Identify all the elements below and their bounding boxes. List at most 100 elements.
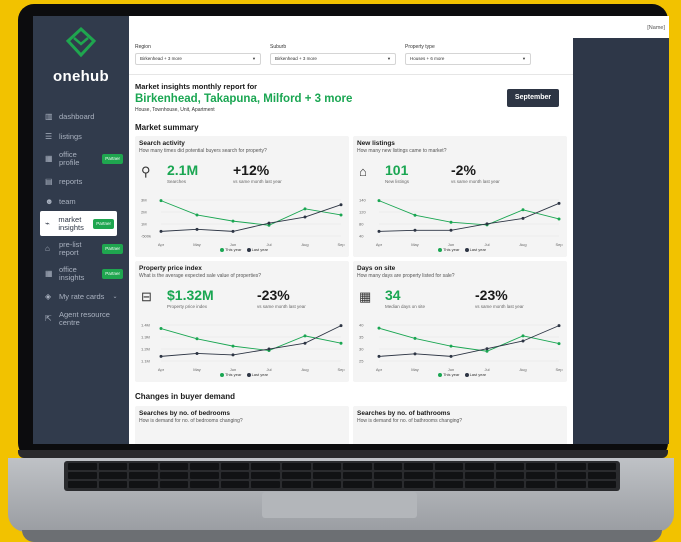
data-point-this-year[interactable] xyxy=(413,213,417,217)
legend-dot-last-year xyxy=(246,372,251,377)
data-point-this-year[interactable] xyxy=(413,336,417,340)
property-type-filter: Property type Houses + 6 more ▼ xyxy=(405,44,531,65)
data-point-this-year[interactable] xyxy=(449,220,453,224)
data-point-last-year[interactable] xyxy=(557,201,561,205)
sidebar-item-team[interactable]: ☻ team xyxy=(33,191,129,211)
sidebar-item-office-insights[interactable]: ▦ office insights Partner xyxy=(33,261,129,286)
card-title: Days on site xyxy=(357,265,396,272)
keyboard-key xyxy=(587,463,617,470)
data-point-last-year[interactable] xyxy=(449,228,453,232)
divider xyxy=(129,74,573,75)
data-point-this-year[interactable] xyxy=(449,344,453,348)
series-line-last-year xyxy=(378,325,560,357)
keyboard-key xyxy=(312,463,342,470)
legend-dot-this-year xyxy=(437,372,442,377)
keyboard-key xyxy=(343,472,372,479)
data-point-this-year[interactable] xyxy=(303,207,307,211)
data-point-this-year[interactable] xyxy=(195,337,199,341)
sidebar-item-dashboard[interactable]: ▥ dashboard xyxy=(33,106,129,126)
keyboard-key xyxy=(98,463,128,470)
data-point-last-year[interactable] xyxy=(485,347,489,351)
keyboard-key xyxy=(190,472,219,479)
legend-dot-this-year xyxy=(219,372,224,377)
sidebar-item-reports[interactable]: ▤ reports xyxy=(33,171,129,191)
data-point-last-year[interactable] xyxy=(159,354,163,358)
data-point-last-year[interactable] xyxy=(195,351,199,355)
data-point-last-year[interactable] xyxy=(195,227,199,231)
data-point-last-year[interactable] xyxy=(267,347,271,351)
data-point-this-year[interactable] xyxy=(159,199,163,203)
data-point-last-year[interactable] xyxy=(377,354,381,358)
data-point-last-year[interactable] xyxy=(303,215,307,219)
data-point-this-year[interactable] xyxy=(339,341,343,345)
data-point-last-year[interactable] xyxy=(521,339,525,343)
data-point-this-year[interactable] xyxy=(339,213,343,217)
property-type-select[interactable]: Houses + 6 more ▼ xyxy=(405,53,531,65)
suburb-filter: Suburb Birkenhead + 3 more ▼ xyxy=(270,44,396,65)
data-point-this-year[interactable] xyxy=(231,344,235,348)
data-point-this-year[interactable] xyxy=(377,199,381,203)
office-icon: ▦ xyxy=(45,268,53,278)
sidebar-item-label: listings xyxy=(59,131,82,141)
data-point-last-year[interactable] xyxy=(449,354,453,358)
data-point-this-year[interactable] xyxy=(303,334,307,338)
card-question: How is demand for no. of bathrooms chang… xyxy=(357,418,463,424)
bedrooms-card: Searches by no. of bedrooms How is deman… xyxy=(135,406,349,444)
keyboard-key xyxy=(220,481,250,488)
suburb-select[interactable]: Birkenhead + 3 more ▼ xyxy=(270,53,396,65)
data-point-last-year[interactable] xyxy=(485,222,489,226)
data-point-this-year[interactable] xyxy=(159,327,163,331)
data-point-this-year[interactable] xyxy=(231,219,235,223)
data-point-this-year[interactable] xyxy=(521,208,525,212)
y-tick-label: 1M xyxy=(141,222,147,227)
sidebar-item-listings[interactable]: ☰ listings xyxy=(33,126,129,146)
data-point-this-year[interactable] xyxy=(485,349,489,353)
house-icon: ⌂ xyxy=(359,164,367,179)
sidebar-item-label: My rate cards xyxy=(59,291,105,301)
main-content: Region Birkenhead + 3 more ▼ Suburb Birk… xyxy=(129,38,573,444)
chart-icon: ⌁ xyxy=(45,218,50,228)
region-select[interactable]: Birkenhead + 3 more ▼ xyxy=(135,53,261,65)
month-button[interactable]: September xyxy=(507,89,559,107)
data-point-this-year[interactable] xyxy=(521,334,525,338)
data-point-this-year[interactable] xyxy=(557,342,561,346)
data-point-last-year[interactable] xyxy=(231,353,235,357)
sidebar-item-label: market insights xyxy=(58,214,84,232)
keyboard-key xyxy=(281,481,311,488)
data-point-last-year[interactable] xyxy=(159,229,163,233)
keyboard-key xyxy=(251,463,280,470)
data-point-this-year[interactable] xyxy=(377,326,381,330)
keyboard-key xyxy=(557,463,586,470)
data-point-last-year[interactable] xyxy=(339,203,343,207)
keyboard-key xyxy=(68,472,97,479)
series-line-last-year xyxy=(160,204,342,232)
sidebar-item-agent-resource-centre[interactable]: ⇱ Agent resource centre xyxy=(33,306,129,331)
property-price-chart: 1.4M1.3M1.2M1.1MApr May Jun Jul Aug Sep xyxy=(141,323,345,373)
sidebar-item-market-insights[interactable]: ⌁ market insights Partner xyxy=(40,211,117,236)
legend-dot-this-year xyxy=(219,247,224,252)
data-point-last-year[interactable] xyxy=(377,229,381,233)
keyboard-key xyxy=(434,472,464,479)
keyboard-key xyxy=(373,472,403,479)
data-point-last-year[interactable] xyxy=(267,221,271,225)
data-point-last-year[interactable] xyxy=(303,341,307,345)
data-point-last-year[interactable] xyxy=(413,228,417,232)
metric-change-label: vs same month last year xyxy=(451,179,500,184)
data-point-this-year[interactable] xyxy=(557,217,561,221)
user-name[interactable]: [Name] xyxy=(647,25,665,31)
sidebar-item-office-profile[interactable]: ▦ office profile Partner xyxy=(33,146,129,171)
data-point-last-year[interactable] xyxy=(413,352,417,356)
calendar-icon: ▦ xyxy=(359,289,372,304)
partner-badge: Partner xyxy=(102,153,123,164)
data-point-last-year[interactable] xyxy=(521,216,525,220)
keyboard-key xyxy=(129,463,158,470)
data-point-this-year[interactable] xyxy=(195,213,199,217)
sidebar-item-rate-cards[interactable]: ◈ My rate cards ⌄ xyxy=(33,286,129,306)
sidebar-item-pre-list-report[interactable]: ⌂ pre-list report Partner xyxy=(33,236,129,261)
data-point-last-year[interactable] xyxy=(557,324,561,328)
data-point-last-year[interactable] xyxy=(339,324,343,328)
data-point-last-year[interactable] xyxy=(231,229,235,233)
keyboard-key xyxy=(98,481,128,488)
y-tick-label: 30 xyxy=(359,347,364,352)
bathrooms-card: Searches by no. of bathrooms How is dema… xyxy=(353,406,567,444)
